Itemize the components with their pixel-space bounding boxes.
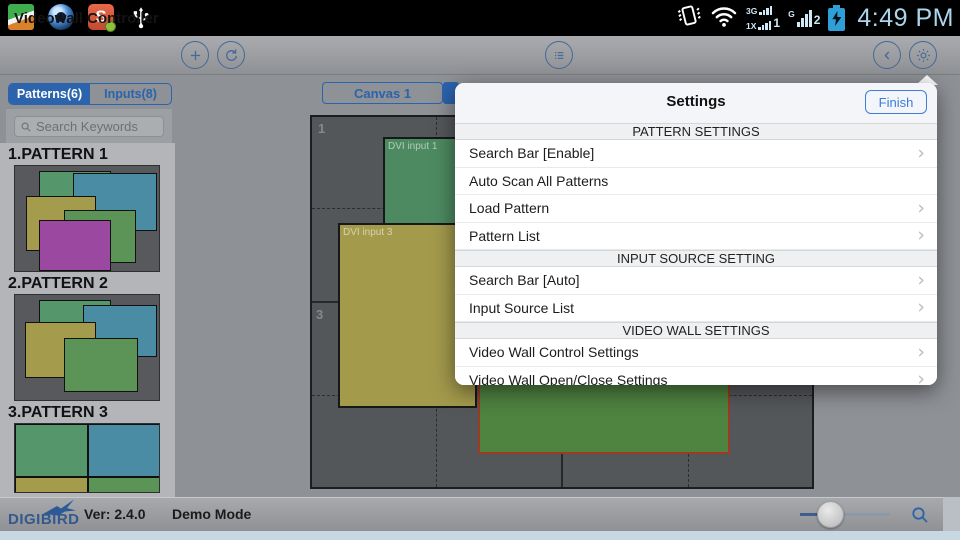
layer-list-button[interactable] (545, 41, 573, 69)
gsm-g-label: G (788, 8, 795, 19)
menu-item-label: Search Bar [Auto] (469, 272, 580, 289)
thumb-window (15, 477, 88, 492)
menu-item-label: Input Source List (469, 299, 575, 316)
menu-item-label: Search Bar [Enable] (469, 145, 595, 162)
footer-bar: DIGIBIRD Ver: 2.4.0 Demo Mode (0, 497, 943, 531)
plus-icon (190, 50, 200, 60)
pattern-2-thumbnail[interactable] (14, 294, 160, 401)
menu-item-label: Pattern List (469, 227, 540, 244)
search-icon (21, 122, 31, 132)
clock: 4:49 PM (857, 3, 954, 32)
tab-canvas-1[interactable]: Canvas 1 (322, 82, 443, 104)
pattern-item-label: 1.PATTERN 1 (8, 146, 108, 163)
screen-bottom-strip (0, 531, 960, 540)
menu-item-video-wall-control-settings[interactable]: Video Wall Control Settings › (455, 339, 937, 367)
chevron-right-icon: › (917, 296, 925, 319)
chevron-right-icon: › (917, 141, 925, 164)
screen-cell-number: 3 (316, 307, 324, 322)
zoom-slider[interactable] (800, 501, 890, 528)
cdma-sim-number: 1 (773, 16, 781, 30)
pattern-item-label: 3.PATTERN 3 (8, 404, 108, 421)
section-pattern-settings: PATTERN SETTINGS (455, 123, 937, 140)
thumb-window (15, 424, 88, 477)
thumb-window (88, 477, 159, 492)
menu-item-pattern-list[interactable]: Pattern List › (455, 222, 937, 250)
chevron-right-icon: › (917, 224, 925, 247)
menu-item-search-bar-enable[interactable]: Search Bar [Enable] › (455, 140, 937, 168)
gear-icon (916, 48, 930, 62)
search-panel (6, 109, 172, 143)
menu-item-input-source-list[interactable]: Input Source List › (455, 294, 937, 322)
tab-patterns[interactable]: Patterns(6) (9, 84, 90, 104)
section-input-source-setting: INPUT SOURCE SETTING (455, 250, 937, 267)
refresh-button[interactable] (217, 41, 245, 69)
add-button[interactable] (181, 41, 209, 69)
gsm-bars (796, 9, 812, 27)
search-box[interactable] (14, 116, 164, 137)
pattern-list[interactable]: 1.PATTERN 1 2.PATTERN 2 3.PATTERN 3 (0, 143, 175, 497)
back-button[interactable] (873, 41, 901, 69)
chevron-right-icon: › (917, 268, 925, 291)
pattern-item-label: 2.PATTERN 2 (8, 275, 108, 292)
menu-item-auto-scan-all-patterns[interactable]: Auto Scan All Patterns (455, 167, 937, 195)
list-icon (554, 51, 563, 59)
chevron-right-icon: › (917, 368, 925, 385)
search-input[interactable] (36, 119, 156, 134)
gsm-sim-number: 2 (813, 12, 821, 27)
menu-item-label: Load Pattern (469, 200, 550, 217)
version-label: Ver: 2.4.0 (84, 506, 146, 522)
screen-cell-number: 1 (318, 121, 326, 136)
thumb-window (64, 338, 138, 392)
finish-button[interactable]: Finish (865, 90, 927, 114)
status-bar-right-icons: 3G 1X 1 G 2 4:49 PM (675, 0, 954, 36)
settings-button[interactable] (909, 41, 937, 69)
settings-popup-header: Settings Finish (455, 83, 937, 123)
menu-item-search-bar-auto[interactable]: Search Bar [Auto] › (455, 267, 937, 295)
menu-item-label: Auto Scan All Patterns (469, 172, 609, 189)
chevron-left-icon (883, 50, 889, 60)
wifi-icon (710, 2, 738, 35)
chevron-right-icon: › (917, 196, 925, 219)
sidebar-tabs: Patterns(6) Inputs(8) (8, 83, 172, 105)
footer-right-strip (943, 497, 960, 532)
magnifier-icon[interactable] (908, 503, 932, 527)
thumb-window (39, 220, 111, 271)
chevron-right-icon: › (917, 340, 925, 363)
gsm-signal-icon: G 2 (788, 8, 821, 27)
thumb-window (88, 424, 159, 477)
refresh-icon (225, 49, 237, 61)
menu-item-video-wall-open-close-settings[interactable]: Video Wall Open/Close Settings › (455, 366, 937, 385)
tab-inputs[interactable]: Inputs(8) (90, 84, 171, 104)
settings-popup: Settings Finish PATTERN SETTINGS Search … (455, 83, 937, 385)
menu-item-label: Video Wall Control Settings (469, 344, 639, 361)
app-header (0, 36, 960, 75)
zoom-slider-handle[interactable] (817, 501, 844, 528)
menu-item-load-pattern[interactable]: Load Pattern › (455, 195, 937, 223)
menu-item-label: Video Wall Open/Close Settings (469, 371, 668, 385)
videowall-controller-screen: S 3G 1X 1 G 2 4:49 PM Videowall Controll… (0, 0, 960, 540)
pattern-1-thumbnail[interactable] (14, 165, 160, 272)
cdma-1x-label: 1X (745, 21, 757, 31)
section-video-wall-settings: VIDEO WALL SETTINGS (455, 322, 937, 339)
cdma-3g-label: 3G (745, 6, 758, 16)
pattern-3-thumbnail[interactable] (14, 423, 160, 493)
bird-icon (43, 499, 76, 516)
battery-charging-icon (828, 5, 846, 31)
cdma-1x-bars (758, 21, 772, 30)
demo-mode-label: Demo Mode (172, 506, 252, 522)
cdma-3g-bars (759, 6, 773, 15)
cdma-signal-icon: 3G 1X 1 (746, 6, 780, 30)
app-title: Videowall Controller (14, 10, 159, 27)
vibrate-icon (675, 2, 702, 34)
